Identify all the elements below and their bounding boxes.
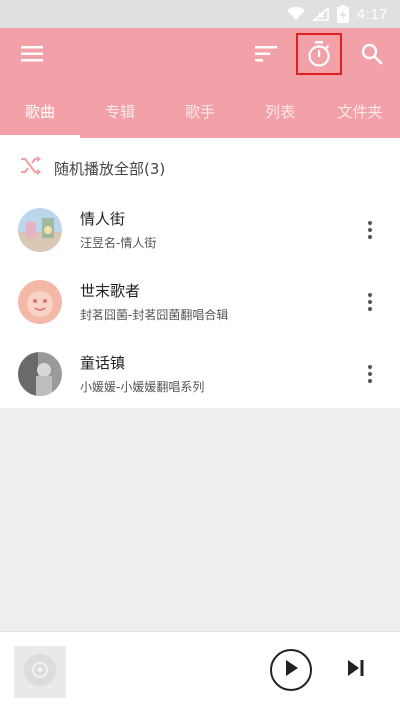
song-title: 童话镇: [80, 354, 126, 372]
tab-folders[interactable]: 文件夹: [320, 84, 400, 138]
mini-player: [0, 631, 400, 711]
hamburger-icon: [21, 46, 43, 66]
album-cover: [18, 280, 62, 324]
song-item[interactable]: 情人街 汪昱名-情人街: [0, 194, 400, 266]
song-subtitle: 小媛媛-小媛媛翻唱系列: [80, 380, 205, 394]
more-vert-icon: [368, 221, 372, 225]
more-options-button[interactable]: [358, 212, 382, 248]
search-icon: [361, 43, 383, 69]
search-button[interactable]: [352, 36, 392, 76]
play-icon: [283, 659, 299, 681]
more-options-button[interactable]: [358, 356, 382, 392]
tab-artists[interactable]: 歌手: [160, 84, 240, 138]
song-subtitle: 汪昱名-情人街: [80, 236, 157, 250]
song-item[interactable]: 童话镇 小媛媛-小媛媛翻唱系列: [0, 338, 400, 410]
song-title: 情人街: [80, 210, 126, 228]
play-button[interactable]: [270, 649, 312, 691]
song-title: 世末歌者: [80, 282, 141, 300]
tab-playlists[interactable]: 列表: [240, 84, 320, 138]
status-bar: 4:17: [0, 0, 400, 28]
shuffle-label: 随机播放全部(3): [54, 159, 166, 178]
skip-next-icon: [346, 658, 366, 682]
player-album-art[interactable]: [14, 646, 66, 698]
wifi-icon: [286, 7, 305, 21]
timer-highlight-box: [296, 33, 342, 75]
song-subtitle: 封茗囧菌-封茗囧菌翻唱合辑: [80, 308, 229, 322]
more-vert-icon: [368, 293, 372, 297]
shuffle-all-button[interactable]: 随机播放全部(3): [0, 138, 400, 198]
album-cover: [18, 208, 62, 252]
battery-charging-icon: [336, 5, 349, 23]
more-options-button[interactable]: [358, 284, 382, 320]
shuffle-icon: [20, 156, 42, 180]
menu-button[interactable]: [12, 36, 52, 76]
album-cover: [18, 352, 62, 396]
next-track-button[interactable]: [342, 656, 370, 684]
sort-icon: [255, 46, 277, 66]
song-item[interactable]: 世末歌者 封茗囧菌-封茗囧菌翻唱合辑: [0, 266, 400, 338]
disc-icon: [23, 653, 57, 691]
no-signal-icon: [312, 7, 329, 21]
status-time: 4:17: [356, 5, 388, 23]
more-vert-icon: [368, 365, 372, 369]
sort-button[interactable]: [246, 36, 286, 76]
tab-bar: 歌曲 专辑 歌手 列表 文件夹: [0, 84, 400, 138]
song-list: 随机播放全部(3) 情人街 汪昱名-情人街 世末歌者 封茗囧菌-封茗囧菌翻唱合辑…: [0, 138, 400, 408]
tab-albums[interactable]: 专辑: [80, 84, 160, 138]
tab-songs[interactable]: 歌曲: [0, 84, 80, 138]
